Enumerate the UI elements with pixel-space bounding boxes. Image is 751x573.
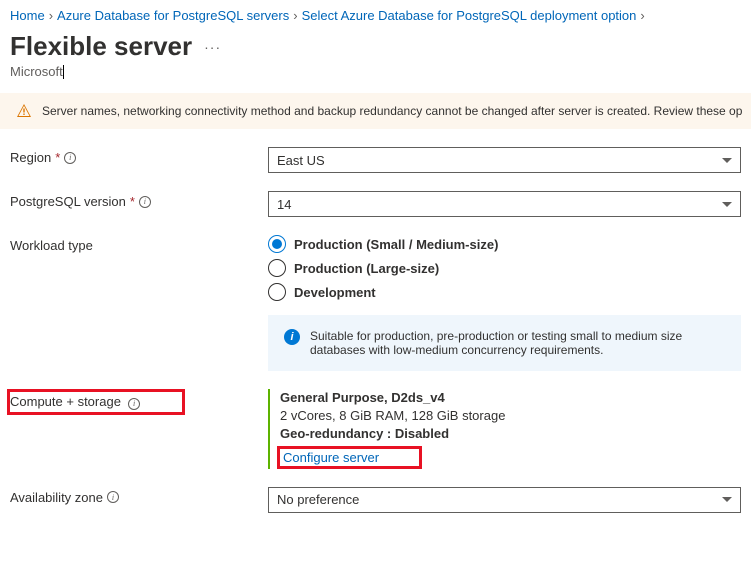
- breadcrumb-home[interactable]: Home: [10, 8, 45, 23]
- region-label: Region: [10, 150, 51, 165]
- compute-geo: Geo-redundancy : Disabled: [280, 425, 741, 443]
- radio-icon: [268, 235, 286, 253]
- compute-summary: General Purpose, D2ds_v4 2 vCores, 8 GiB…: [268, 389, 741, 469]
- page-title: Flexible server: [10, 31, 192, 62]
- info-icon: i: [284, 329, 300, 345]
- field-workload: Workload type Production (Small / Medium…: [10, 235, 741, 371]
- warning-banner: Server names, networking connectivity me…: [0, 93, 751, 129]
- workload-radio-large[interactable]: Production (Large-size): [268, 259, 741, 277]
- zone-label: Availability zone: [10, 490, 103, 505]
- version-select[interactable]: 14: [268, 191, 741, 217]
- info-icon[interactable]: [128, 398, 140, 410]
- page-subtitle: Microsoft: [0, 62, 751, 93]
- chevron-right-icon: ›: [640, 8, 644, 23]
- workload-info-text: Suitable for production, pre-production …: [310, 329, 725, 357]
- configure-server-link[interactable]: Configure server: [283, 450, 379, 465]
- breadcrumb-level2[interactable]: Select Azure Database for PostgreSQL dep…: [302, 8, 637, 23]
- workload-label: Workload type: [10, 238, 93, 253]
- field-region: Region * East US: [10, 147, 741, 173]
- chevron-down-icon: [722, 158, 732, 163]
- region-select[interactable]: East US: [268, 147, 741, 173]
- chevron-down-icon: [722, 202, 732, 207]
- info-icon[interactable]: [107, 491, 119, 503]
- workload-radio-dev[interactable]: Development: [268, 283, 741, 301]
- breadcrumb: Home › Azure Database for PostgreSQL ser…: [0, 0, 751, 27]
- required-marker: *: [55, 150, 60, 165]
- field-compute: Compute + storage General Purpose, D2ds_…: [10, 389, 741, 469]
- warning-icon: [16, 103, 32, 119]
- compute-sku: General Purpose, D2ds_v4: [280, 389, 741, 407]
- chevron-right-icon: ›: [293, 8, 297, 23]
- radio-icon: [268, 259, 286, 277]
- more-actions-button[interactable]: ···: [204, 39, 221, 55]
- field-version: PostgreSQL version * 14: [10, 191, 741, 217]
- chevron-right-icon: ›: [49, 8, 53, 23]
- compute-label: Compute + storage: [10, 394, 121, 409]
- zone-select[interactable]: No preference: [268, 487, 741, 513]
- required-marker: *: [130, 194, 135, 209]
- compute-spec: 2 vCores, 8 GiB RAM, 128 GiB storage: [280, 407, 741, 425]
- info-icon[interactable]: [139, 196, 151, 208]
- version-label: PostgreSQL version: [10, 194, 126, 209]
- title-row: Flexible server ···: [0, 27, 751, 62]
- field-zone: Availability zone No preference: [10, 487, 741, 513]
- radio-icon: [268, 283, 286, 301]
- workload-radio-small[interactable]: Production (Small / Medium-size): [268, 235, 741, 253]
- chevron-down-icon: [722, 497, 732, 502]
- info-icon[interactable]: [64, 152, 76, 164]
- workload-info-banner: i Suitable for production, pre-productio…: [268, 315, 741, 371]
- warning-text: Server names, networking connectivity me…: [42, 104, 742, 118]
- breadcrumb-level1[interactable]: Azure Database for PostgreSQL servers: [57, 8, 289, 23]
